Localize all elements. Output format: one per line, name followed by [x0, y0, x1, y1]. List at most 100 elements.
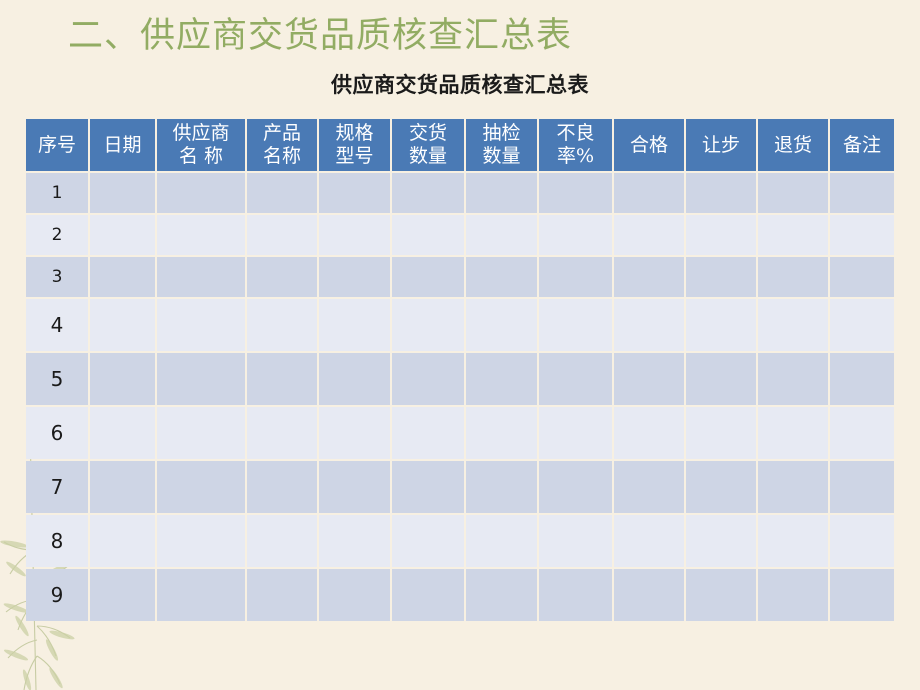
cell-spec[interactable] — [319, 299, 390, 351]
cell-delivery[interactable] — [392, 407, 464, 459]
cell-sampled[interactable] — [466, 257, 537, 297]
cell-pass[interactable] — [614, 461, 684, 513]
cell-seq[interactable]: 9 — [26, 569, 88, 621]
cell-seq[interactable]: 1 — [26, 173, 88, 213]
cell-pass[interactable] — [614, 173, 684, 213]
cell-supplier[interactable] — [157, 299, 245, 351]
cell-delivery[interactable] — [392, 569, 464, 621]
cell-delivery[interactable] — [392, 215, 464, 255]
cell-pass[interactable] — [614, 257, 684, 297]
cell-return[interactable] — [758, 215, 828, 255]
cell-supplier[interactable] — [157, 173, 245, 213]
cell-date[interactable] — [90, 461, 155, 513]
cell-remark[interactable] — [830, 257, 894, 297]
cell-return[interactable] — [758, 257, 828, 297]
cell-supplier[interactable] — [157, 353, 245, 405]
cell-pass[interactable] — [614, 569, 684, 621]
cell-supplier[interactable] — [157, 515, 245, 567]
cell-seq[interactable]: 4 — [26, 299, 88, 351]
cell-sampled[interactable] — [466, 515, 537, 567]
cell-sampled[interactable] — [466, 461, 537, 513]
table-row[interactable]: 1 — [26, 173, 894, 213]
cell-seq[interactable]: 8 — [26, 515, 88, 567]
cell-product[interactable] — [247, 215, 317, 255]
cell-remark[interactable] — [830, 173, 894, 213]
table-row[interactable]: 8 — [26, 515, 894, 567]
cell-delivery[interactable] — [392, 299, 464, 351]
cell-spec[interactable] — [319, 407, 390, 459]
cell-product[interactable] — [247, 461, 317, 513]
cell-remark[interactable] — [830, 353, 894, 405]
cell-spec[interactable] — [319, 353, 390, 405]
cell-product[interactable] — [247, 257, 317, 297]
cell-defect[interactable] — [539, 173, 612, 213]
cell-date[interactable] — [90, 515, 155, 567]
cell-return[interactable] — [758, 299, 828, 351]
cell-sampled[interactable] — [466, 299, 537, 351]
cell-seq[interactable]: 5 — [26, 353, 88, 405]
cell-return[interactable] — [758, 407, 828, 459]
cell-supplier[interactable] — [157, 257, 245, 297]
cell-pass[interactable] — [614, 353, 684, 405]
cell-sampled[interactable] — [466, 173, 537, 213]
cell-supplier[interactable] — [157, 461, 245, 513]
cell-defect[interactable] — [539, 257, 612, 297]
cell-delivery[interactable] — [392, 257, 464, 297]
cell-product[interactable] — [247, 353, 317, 405]
cell-product[interactable] — [247, 299, 317, 351]
cell-product[interactable] — [247, 569, 317, 621]
cell-spec[interactable] — [319, 461, 390, 513]
cell-pass[interactable] — [614, 407, 684, 459]
cell-concede[interactable] — [686, 173, 756, 213]
cell-defect[interactable] — [539, 215, 612, 255]
cell-date[interactable] — [90, 173, 155, 213]
table-row[interactable]: 4 — [26, 299, 894, 351]
cell-delivery[interactable] — [392, 515, 464, 567]
cell-product[interactable] — [247, 407, 317, 459]
table-row[interactable]: 3 — [26, 257, 894, 297]
cell-pass[interactable] — [614, 515, 684, 567]
cell-defect[interactable] — [539, 407, 612, 459]
table-row[interactable]: 9 — [26, 569, 894, 621]
cell-seq[interactable]: 2 — [26, 215, 88, 255]
cell-date[interactable] — [90, 569, 155, 621]
cell-concede[interactable] — [686, 299, 756, 351]
cell-spec[interactable] — [319, 515, 390, 567]
cell-concede[interactable] — [686, 215, 756, 255]
cell-sampled[interactable] — [466, 353, 537, 405]
cell-spec[interactable] — [319, 173, 390, 213]
cell-return[interactable] — [758, 461, 828, 513]
cell-return[interactable] — [758, 569, 828, 621]
cell-remark[interactable] — [830, 461, 894, 513]
cell-concede[interactable] — [686, 407, 756, 459]
cell-concede[interactable] — [686, 461, 756, 513]
cell-defect[interactable] — [539, 569, 612, 621]
cell-date[interactable] — [90, 407, 155, 459]
cell-pass[interactable] — [614, 215, 684, 255]
cell-delivery[interactable] — [392, 461, 464, 513]
cell-sampled[interactable] — [466, 569, 537, 621]
cell-concede[interactable] — [686, 515, 756, 567]
cell-date[interactable] — [90, 353, 155, 405]
table-row[interactable]: 2 — [26, 215, 894, 255]
cell-defect[interactable] — [539, 461, 612, 513]
cell-return[interactable] — [758, 173, 828, 213]
cell-supplier[interactable] — [157, 407, 245, 459]
cell-remark[interactable] — [830, 407, 894, 459]
cell-product[interactable] — [247, 173, 317, 213]
table-row[interactable]: 6 — [26, 407, 894, 459]
cell-supplier[interactable] — [157, 215, 245, 255]
cell-spec[interactable] — [319, 569, 390, 621]
cell-date[interactable] — [90, 257, 155, 297]
cell-supplier[interactable] — [157, 569, 245, 621]
cell-sampled[interactable] — [466, 215, 537, 255]
cell-remark[interactable] — [830, 299, 894, 351]
cell-concede[interactable] — [686, 257, 756, 297]
cell-defect[interactable] — [539, 299, 612, 351]
cell-concede[interactable] — [686, 353, 756, 405]
cell-sampled[interactable] — [466, 407, 537, 459]
cell-delivery[interactable] — [392, 173, 464, 213]
cell-seq[interactable]: 6 — [26, 407, 88, 459]
cell-remark[interactable] — [830, 215, 894, 255]
cell-delivery[interactable] — [392, 353, 464, 405]
